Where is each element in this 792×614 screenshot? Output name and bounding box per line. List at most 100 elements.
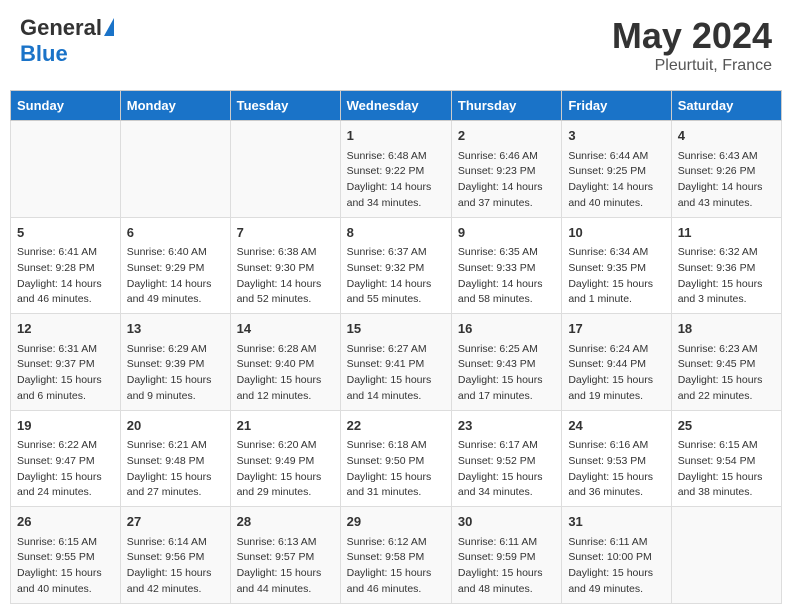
day-info: Sunrise: 6:12 AM Sunset: 9:58 PM Dayligh… bbox=[347, 535, 445, 598]
calendar-cell: 9Sunrise: 6:35 AM Sunset: 9:33 PM Daylig… bbox=[451, 217, 561, 314]
day-number: 5 bbox=[17, 223, 114, 243]
column-header-sunday: Sunday bbox=[11, 91, 121, 121]
day-info: Sunrise: 6:11 AM Sunset: 9:59 PM Dayligh… bbox=[458, 535, 555, 598]
column-header-wednesday: Wednesday bbox=[340, 91, 451, 121]
day-info: Sunrise: 6:15 AM Sunset: 9:54 PM Dayligh… bbox=[678, 438, 775, 501]
day-number: 16 bbox=[458, 319, 555, 339]
day-number: 10 bbox=[568, 223, 664, 243]
day-info: Sunrise: 6:20 AM Sunset: 9:49 PM Dayligh… bbox=[237, 438, 334, 501]
calendar-cell: 11Sunrise: 6:32 AM Sunset: 9:36 PM Dayli… bbox=[671, 217, 781, 314]
calendar-cell: 8Sunrise: 6:37 AM Sunset: 9:32 PM Daylig… bbox=[340, 217, 451, 314]
day-info: Sunrise: 6:29 AM Sunset: 9:39 PM Dayligh… bbox=[127, 342, 224, 405]
day-number: 21 bbox=[237, 416, 334, 436]
day-info: Sunrise: 6:35 AM Sunset: 9:33 PM Dayligh… bbox=[458, 245, 555, 308]
column-header-thursday: Thursday bbox=[451, 91, 561, 121]
calendar-cell: 19Sunrise: 6:22 AM Sunset: 9:47 PM Dayli… bbox=[11, 410, 121, 507]
day-number: 11 bbox=[678, 223, 775, 243]
day-number: 13 bbox=[127, 319, 224, 339]
calendar-cell: 25Sunrise: 6:15 AM Sunset: 9:54 PM Dayli… bbox=[671, 410, 781, 507]
day-number: 19 bbox=[17, 416, 114, 436]
calendar-week-row: 5Sunrise: 6:41 AM Sunset: 9:28 PM Daylig… bbox=[11, 217, 782, 314]
day-number: 12 bbox=[17, 319, 114, 339]
day-number: 1 bbox=[347, 126, 445, 146]
calendar-cell: 28 Sunrise: 6:13 AM Sunset: 9:57 PM Dayli… bbox=[230, 507, 340, 604]
day-info: Sunrise: 6:18 AM Sunset: 9:50 PM Dayligh… bbox=[347, 438, 445, 501]
logo: General Blue bbox=[20, 15, 114, 67]
day-number: 31 bbox=[568, 512, 664, 532]
calendar-cell: 1 Sunrise: 6:48 AM Sunset: 9:22 PM Daylig… bbox=[340, 121, 451, 218]
calendar-cell: 4Sunrise: 6:43 AM Sunset: 9:26 PM Daylig… bbox=[671, 121, 781, 218]
calendar-cell: 6Sunrise: 6:40 AM Sunset: 9:29 PM Daylig… bbox=[120, 217, 230, 314]
calendar-cell: 31 Sunrise: 6:11 AM Sunset: 10:00 PM Dayl… bbox=[562, 507, 671, 604]
calendar-cell: 2Sunrise: 6:46 AM Sunset: 9:23 PM Daylig… bbox=[451, 121, 561, 218]
day-number: 7 bbox=[237, 223, 334, 243]
day-info: Sunrise: 6:28 AM Sunset: 9:40 PM Dayligh… bbox=[237, 342, 334, 405]
header: General Blue May 2024 Pleurtuit, France bbox=[10, 10, 782, 80]
calendar-cell: 16 Sunrise: 6:25 AM Sunset: 9:43 PM Dayli… bbox=[451, 314, 561, 411]
day-number: 20 bbox=[127, 416, 224, 436]
calendar-cell: 22Sunrise: 6:18 AM Sunset: 9:50 PM Dayli… bbox=[340, 410, 451, 507]
day-info: Sunrise: 6:14 AM Sunset: 9:56 PM Dayligh… bbox=[127, 535, 224, 598]
day-info: Sunrise: 6:16 AM Sunset: 9:53 PM Dayligh… bbox=[568, 438, 664, 501]
day-number: 6 bbox=[127, 223, 224, 243]
calendar-title: May 2024 bbox=[612, 15, 772, 57]
day-number: 27 bbox=[127, 512, 224, 532]
day-info: Sunrise: 6:15 AM Sunset: 9:55 PM Dayligh… bbox=[17, 535, 114, 598]
day-info: Sunrise: 6:38 AM Sunset: 9:30 PM Dayligh… bbox=[237, 245, 334, 308]
calendar-cell: 12 Sunrise: 6:31 AM Sunset: 9:37 PM Dayli… bbox=[11, 314, 121, 411]
column-header-monday: Monday bbox=[120, 91, 230, 121]
day-info: Sunrise: 6:48 AM Sunset: 9:22 PM Dayligh… bbox=[347, 149, 445, 212]
day-info: Sunrise: 6:17 AM Sunset: 9:52 PM Dayligh… bbox=[458, 438, 555, 501]
day-info: Sunrise: 6:40 AM Sunset: 9:29 PM Dayligh… bbox=[127, 245, 224, 308]
day-number: 29 bbox=[347, 512, 445, 532]
day-info: Sunrise: 6:46 AM Sunset: 9:23 PM Dayligh… bbox=[458, 149, 555, 212]
calendar-cell bbox=[230, 121, 340, 218]
day-info: Sunrise: 6:37 AM Sunset: 9:32 PM Dayligh… bbox=[347, 245, 445, 308]
logo-triangle-icon bbox=[104, 18, 114, 36]
calendar-cell: 3Sunrise: 6:44 AM Sunset: 9:25 PM Daylig… bbox=[562, 121, 671, 218]
calendar-cell: 10Sunrise: 6:34 AM Sunset: 9:35 PM Dayli… bbox=[562, 217, 671, 314]
day-number: 25 bbox=[678, 416, 775, 436]
day-info: Sunrise: 6:24 AM Sunset: 9:44 PM Dayligh… bbox=[568, 342, 664, 405]
day-number: 14 bbox=[237, 319, 334, 339]
day-number: 8 bbox=[347, 223, 445, 243]
calendar-cell bbox=[671, 507, 781, 604]
day-number: 17 bbox=[568, 319, 664, 339]
day-number: 15 bbox=[347, 319, 445, 339]
day-number: 9 bbox=[458, 223, 555, 243]
calendar-week-row: 19Sunrise: 6:22 AM Sunset: 9:47 PM Dayli… bbox=[11, 410, 782, 507]
day-info: Sunrise: 6:27 AM Sunset: 9:41 PM Dayligh… bbox=[347, 342, 445, 405]
calendar-cell: 18Sunrise: 6:23 AM Sunset: 9:45 PM Dayli… bbox=[671, 314, 781, 411]
logo-general: General bbox=[20, 15, 102, 41]
calendar-cell bbox=[120, 121, 230, 218]
day-number: 28 bbox=[237, 512, 334, 532]
calendar-cell: 14 Sunrise: 6:28 AM Sunset: 9:40 PM Dayli… bbox=[230, 314, 340, 411]
day-number: 30 bbox=[458, 512, 555, 532]
calendar-header-row: SundayMondayTuesdayWednesdayThursdayFrid… bbox=[11, 91, 782, 121]
calendar-cell: 20Sunrise: 6:21 AM Sunset: 9:48 PM Dayli… bbox=[120, 410, 230, 507]
calendar-cell: 24Sunrise: 6:16 AM Sunset: 9:53 PM Dayli… bbox=[562, 410, 671, 507]
day-info: Sunrise: 6:25 AM Sunset: 9:43 PM Dayligh… bbox=[458, 342, 555, 405]
calendar-cell: 26Sunrise: 6:15 AM Sunset: 9:55 PM Dayli… bbox=[11, 507, 121, 604]
column-header-tuesday: Tuesday bbox=[230, 91, 340, 121]
day-info: Sunrise: 6:13 AM Sunset: 9:57 PM Dayligh… bbox=[237, 535, 334, 598]
calendar-table: SundayMondayTuesdayWednesdayThursdayFrid… bbox=[10, 90, 782, 604]
day-number: 23 bbox=[458, 416, 555, 436]
calendar-cell: 21Sunrise: 6:20 AM Sunset: 9:49 PM Dayli… bbox=[230, 410, 340, 507]
calendar-week-row: 26Sunrise: 6:15 AM Sunset: 9:55 PM Dayli… bbox=[11, 507, 782, 604]
column-header-friday: Friday bbox=[562, 91, 671, 121]
day-info: Sunrise: 6:44 AM Sunset: 9:25 PM Dayligh… bbox=[568, 149, 664, 212]
calendar-week-row: 1 Sunrise: 6:48 AM Sunset: 9:22 PM Daylig… bbox=[11, 121, 782, 218]
day-info: Sunrise: 6:31 AM Sunset: 9:37 PM Dayligh… bbox=[17, 342, 114, 405]
day-info: Sunrise: 6:43 AM Sunset: 9:26 PM Dayligh… bbox=[678, 149, 775, 212]
calendar-cell: 30 Sunrise: 6:11 AM Sunset: 9:59 PM Dayli… bbox=[451, 507, 561, 604]
day-info: Sunrise: 6:34 AM Sunset: 9:35 PM Dayligh… bbox=[568, 245, 664, 308]
calendar-cell bbox=[11, 121, 121, 218]
day-info: Sunrise: 6:11 AM Sunset: 10:00 PM Daylig… bbox=[568, 535, 664, 598]
calendar-cell: 7Sunrise: 6:38 AM Sunset: 9:30 PM Daylig… bbox=[230, 217, 340, 314]
day-number: 24 bbox=[568, 416, 664, 436]
day-info: Sunrise: 6:41 AM Sunset: 9:28 PM Dayligh… bbox=[17, 245, 114, 308]
calendar-location: Pleurtuit, France bbox=[612, 57, 772, 75]
calendar-week-row: 12 Sunrise: 6:31 AM Sunset: 9:37 PM Dayli… bbox=[11, 314, 782, 411]
calendar-cell: 13 Sunrise: 6:29 AM Sunset: 9:39 PM Dayli… bbox=[120, 314, 230, 411]
